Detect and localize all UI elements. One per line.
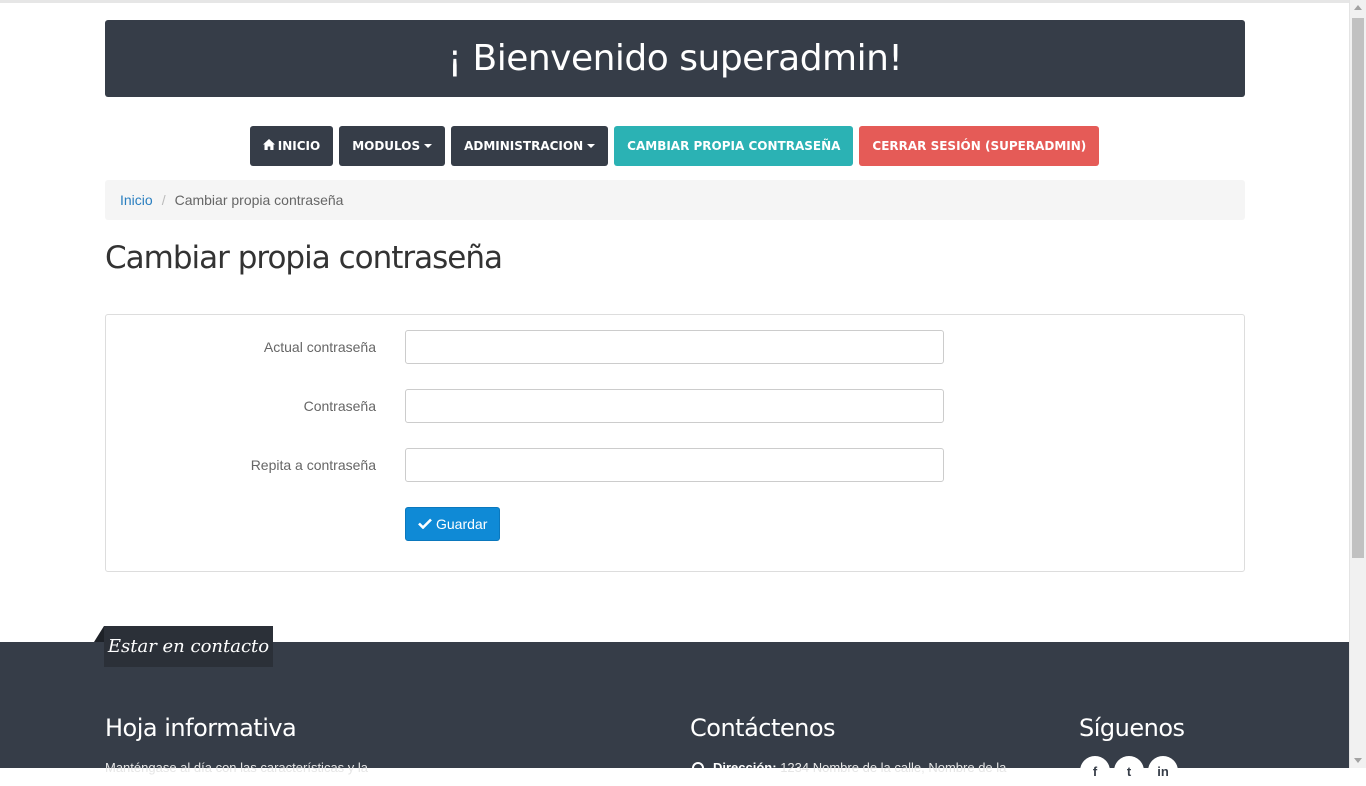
welcome-text: ¡ Bienvenido superadmin! bbox=[447, 38, 903, 79]
nav-logout-button[interactable]: CERRAR SESIÓN (SUPERADMIN) bbox=[859, 126, 1100, 166]
new-password-label: Contraseña bbox=[303, 398, 376, 414]
contact-tab-fold bbox=[94, 626, 104, 642]
contact-tab: Estar en contacto bbox=[104, 626, 273, 667]
contact-heading: Contáctenos bbox=[690, 714, 836, 742]
main-nav: INICIO MODULOS ADMINISTRACION CAMBIAR PR… bbox=[0, 126, 1349, 166]
nav-admin-label: ADMINISTRACION bbox=[464, 139, 584, 153]
follow-heading: Síguenos bbox=[1079, 714, 1185, 742]
linkedin-icon[interactable]: in bbox=[1148, 756, 1178, 786]
nav-change-password-button[interactable]: CAMBIAR PROPIA CONTRASEÑA bbox=[614, 126, 854, 166]
page-title: Cambiar propia contraseña bbox=[105, 240, 503, 276]
linkedin-glyph: in bbox=[1157, 763, 1169, 779]
contact-tab-label: Estar en contacto bbox=[107, 636, 270, 657]
map-pin-icon bbox=[692, 762, 704, 774]
breadcrumb-current: Cambiar propia contraseña bbox=[174, 192, 344, 208]
new-password-row: Contraseña bbox=[106, 389, 1244, 423]
facebook-glyph: f bbox=[1092, 763, 1098, 779]
nav-admin-dropdown[interactable]: ADMINISTRACION bbox=[451, 126, 609, 166]
password-form-panel: Actual contraseña Contraseña Repita a co… bbox=[105, 314, 1245, 572]
top-border bbox=[0, 0, 1349, 3]
check-icon bbox=[418, 516, 432, 532]
twitter-icon[interactable]: t bbox=[1114, 756, 1144, 786]
current-password-input[interactable] bbox=[405, 330, 944, 364]
breadcrumb: Inicio / Cambiar propia contraseña bbox=[105, 180, 1245, 220]
current-password-label: Actual contraseña bbox=[263, 339, 376, 355]
repeat-password-input[interactable] bbox=[405, 448, 944, 482]
breadcrumb-separator: / bbox=[161, 192, 166, 208]
nav-logout-label: CERRAR SESIÓN (SUPERADMIN) bbox=[872, 139, 1087, 153]
scrollbar-thumb[interactable] bbox=[1352, 18, 1364, 558]
scroll-up-icon[interactable] bbox=[1354, 5, 1362, 10]
repeat-password-row: Repita a contraseña bbox=[106, 448, 1244, 482]
new-password-input[interactable] bbox=[405, 389, 944, 423]
nav-modules-dropdown[interactable]: MODULOS bbox=[339, 126, 446, 166]
nav-home-label: INICIO bbox=[277, 139, 321, 153]
repeat-password-label: Repita a contraseña bbox=[250, 457, 376, 473]
twitter-glyph: t bbox=[1126, 763, 1132, 779]
nav-change-password-label: CAMBIAR PROPIA CONTRASEÑA bbox=[627, 139, 841, 153]
welcome-banner: ¡ Bienvenido superadmin! bbox=[105, 20, 1245, 97]
newsletter-heading: Hoja informativa bbox=[105, 714, 297, 742]
current-password-row: Actual contraseña bbox=[106, 330, 1244, 364]
save-button-label: Guardar bbox=[436, 516, 488, 532]
breadcrumb-home-link[interactable]: Inicio bbox=[120, 192, 153, 208]
caret-down-icon bbox=[587, 144, 596, 148]
caret-down-icon bbox=[424, 144, 433, 148]
home-icon bbox=[262, 139, 275, 153]
save-button[interactable]: Guardar bbox=[405, 507, 501, 541]
scroll-down-icon[interactable] bbox=[1354, 758, 1362, 763]
nav-modules-label: MODULOS bbox=[352, 139, 421, 153]
nav-home-button[interactable]: INICIO bbox=[249, 126, 334, 166]
facebook-icon[interactable]: f bbox=[1080, 756, 1110, 786]
vertical-scrollbar[interactable] bbox=[1349, 0, 1366, 768]
